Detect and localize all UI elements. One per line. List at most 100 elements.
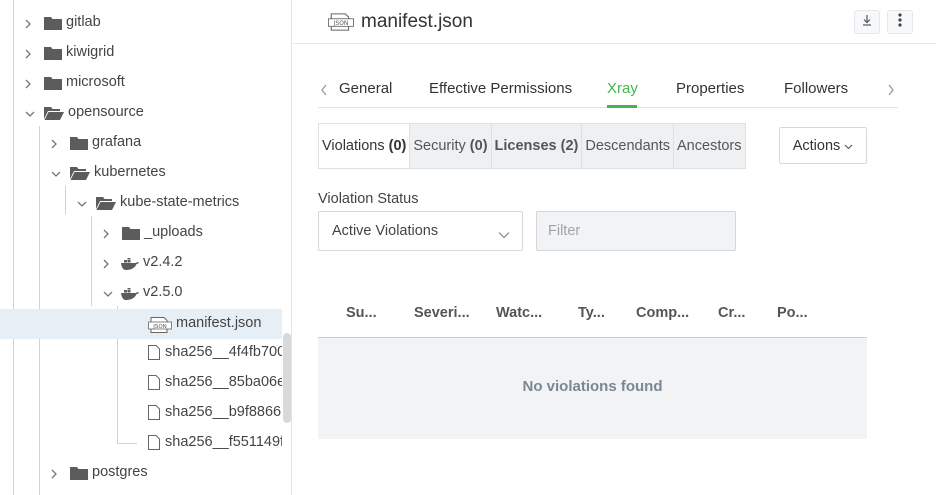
tab-xray[interactable]: Xray	[607, 80, 638, 97]
subtab-count: (2)	[560, 138, 579, 154]
chevron-down-icon[interactable]	[102, 287, 114, 299]
folder-open-icon	[44, 106, 64, 125]
tree-item-label: v2.5.0	[143, 284, 183, 300]
tree-item-kiwigrid[interactable]: kiwigrid	[0, 38, 291, 68]
subtab-label: Security	[413, 138, 466, 154]
column-header[interactable]: Severi...	[414, 305, 470, 321]
chevron-right-icon[interactable]	[22, 17, 34, 29]
tree-item-kube-state-metrics[interactable]: kube-state-metrics	[0, 188, 291, 218]
tree-scrollbar[interactable]	[283, 333, 291, 423]
tab-properties[interactable]: Properties	[676, 80, 744, 97]
tree-item-label: _uploads	[144, 224, 203, 240]
column-header[interactable]: Comp...	[636, 305, 689, 321]
chevron-left-icon[interactable]	[320, 83, 328, 99]
violations-table-header: Su... Severi... Watc... Ty... Comp... Cr…	[318, 288, 867, 338]
actions-label: Actions	[792, 137, 841, 154]
details-header: JSON manifest.json	[293, 0, 936, 44]
tree-item-label: manifest.json	[176, 315, 262, 331]
chevron-right-icon[interactable]	[48, 137, 60, 149]
column-header[interactable]: Su...	[346, 305, 377, 321]
violation-status-select[interactable]: Active Violations	[318, 211, 523, 251]
file-icon	[148, 345, 160, 365]
tree-item-label: grafana	[92, 134, 142, 150]
tree-item-sha256-file[interactable]: sha256__b9f88661	[0, 398, 282, 428]
tree-item-label: v2.4.2	[143, 254, 183, 270]
folder-icon	[44, 76, 62, 95]
more-vertical-icon	[898, 12, 902, 32]
tab-general[interactable]: General	[339, 80, 392, 97]
tree-item-microsoft[interactable]: microsoft	[0, 68, 291, 98]
filter-input[interactable]	[536, 211, 736, 251]
more-options-button[interactable]	[887, 10, 913, 34]
folder-icon	[122, 226, 140, 245]
repository-tree: gitlab kiwigrid microsoft opensource gra…	[0, 0, 292, 495]
tree-item-label: sha256__4f4fb700	[165, 344, 282, 360]
file-icon	[148, 435, 160, 455]
json-file-icon: JSON	[148, 317, 172, 338]
tree-item-label: microsoft	[66, 74, 125, 90]
details-tabs: General Effective Permissions Xray Prope…	[318, 70, 898, 108]
svg-text:JSON: JSON	[152, 324, 167, 330]
subtab-violations[interactable]: Violations (0)	[319, 124, 411, 168]
subtab-security[interactable]: Security (0)	[410, 124, 492, 168]
tree-item-sha256-file[interactable]: sha256__f551149f	[0, 428, 282, 458]
tree-item-grafana[interactable]: grafana	[0, 128, 291, 158]
tree-item-v2-5-0[interactable]: v2.5.0	[0, 278, 291, 308]
docker-icon	[121, 287, 139, 305]
chevron-down-icon	[498, 226, 510, 244]
column-header[interactable]: Cr...	[718, 305, 745, 321]
tab-effective-permissions[interactable]: Effective Permissions	[429, 80, 572, 97]
tree-item-sha256-file[interactable]: sha256__4f4fb700	[0, 338, 282, 368]
subtab-label: Descendants	[585, 138, 671, 154]
chevron-right-icon[interactable]	[22, 77, 34, 89]
tree-item-label: kiwigrid	[66, 44, 115, 60]
subtab-descendants[interactable]: Descendants	[582, 124, 675, 168]
tree-item-label: postgres	[92, 464, 148, 480]
chevron-right-icon[interactable]	[22, 47, 34, 59]
folder-icon	[44, 46, 62, 65]
column-header[interactable]: Ty...	[578, 305, 605, 321]
tree-item-kubernetes[interactable]: kubernetes	[0, 158, 291, 188]
tree-item-label: sha256__f551149f	[165, 434, 282, 450]
download-button[interactable]	[854, 10, 880, 34]
tree-item-sha256-file[interactable]: sha256__85ba06e	[0, 368, 282, 398]
chevron-right-icon[interactable]	[48, 467, 60, 479]
artifact-details-panel: JSON manifest.json General Effective Per…	[293, 0, 936, 495]
folder-open-icon	[70, 166, 90, 185]
column-header[interactable]: Watc...	[496, 305, 542, 321]
tree-item-uploads[interactable]: _uploads	[0, 218, 291, 248]
column-header[interactable]: Po...	[777, 305, 808, 321]
chevron-right-icon[interactable]	[100, 257, 112, 269]
subtab-label: Ancestors	[677, 138, 742, 154]
file-icon	[148, 375, 160, 395]
actions-button[interactable]: Actions	[779, 127, 867, 164]
tree-item-label: opensource	[68, 104, 144, 120]
tree-item-label: sha256__85ba06e	[165, 374, 282, 390]
tree-item-gitlab[interactable]: gitlab	[0, 8, 291, 38]
chevron-down-icon[interactable]	[50, 167, 62, 179]
subtab-count: (0)	[469, 138, 488, 154]
folder-icon	[70, 466, 88, 485]
chevron-right-icon[interactable]	[887, 83, 895, 99]
subtab-licenses[interactable]: Licenses (2)	[491, 124, 583, 168]
subtab-ancestors[interactable]: Ancestors	[674, 124, 745, 168]
chevron-down-icon[interactable]	[24, 107, 36, 119]
violation-status-label: Violation Status	[318, 191, 419, 207]
tree-item-manifest-json[interactable]: JSON manifest.json	[0, 309, 282, 339]
tree-item-label: kubernetes	[94, 164, 166, 180]
selected-value: Active Violations	[332, 223, 439, 239]
chevron-down-icon	[844, 138, 853, 154]
subtab-label: Licenses	[494, 138, 557, 154]
subtab-count: (0)	[388, 138, 407, 154]
tab-followers[interactable]: Followers	[784, 80, 848, 97]
chevron-down-icon[interactable]	[76, 197, 88, 209]
subtab-label: Violations	[322, 138, 385, 154]
tree-item-opensource[interactable]: opensource	[0, 98, 291, 128]
active-tab-indicator	[607, 105, 637, 108]
tree-item-label: kube-state-metrics	[120, 194, 240, 210]
chevron-right-icon[interactable]	[100, 227, 112, 239]
tree-item-v2-4-2[interactable]: v2.4.2	[0, 248, 291, 278]
xray-subtabs: Violations (0) Security (0) Licenses (2)…	[318, 123, 746, 169]
tree-item-postgres[interactable]: postgres	[0, 458, 291, 488]
folder-open-icon	[96, 196, 116, 215]
